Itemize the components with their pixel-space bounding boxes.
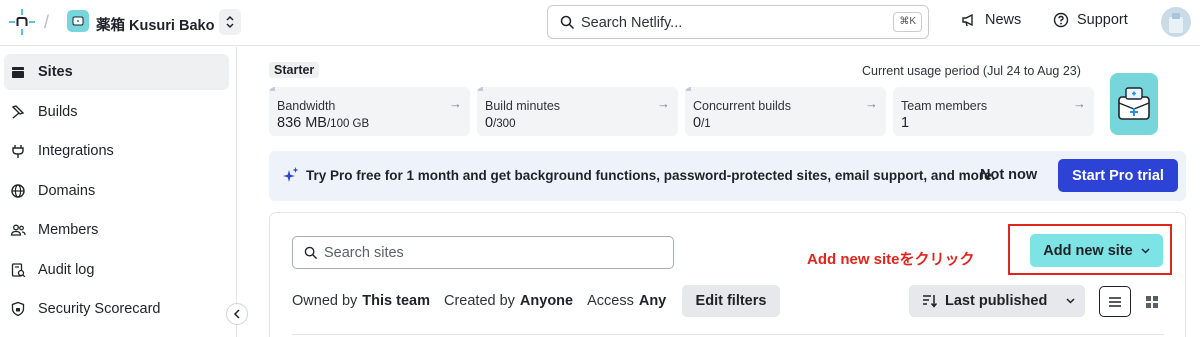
usage-card-value: 1	[901, 115, 910, 131]
sort-dropdown[interactable]: Last published	[909, 285, 1085, 317]
chevron-left-icon	[233, 309, 240, 319]
sidebar-item-members[interactable]: Members	[4, 212, 229, 248]
netlify-logo-icon[interactable]	[8, 8, 36, 36]
sidebar-item-sites[interactable]: Sites	[4, 54, 229, 90]
chevron-down-icon	[1141, 247, 1150, 254]
sidebar-item-label: Builds	[38, 104, 78, 120]
usage-progress-bar	[477, 87, 484, 91]
grid-view-toggle[interactable]	[1136, 286, 1168, 317]
search-sites-placeholder: Search sites	[324, 245, 404, 261]
user-avatar[interactable]	[1161, 7, 1191, 37]
arrow-right-icon: →	[1073, 96, 1086, 111]
support-link[interactable]: Support	[1053, 12, 1128, 28]
sidebar-item-label: Sites	[38, 64, 73, 80]
not-now-button[interactable]: Not now	[980, 167, 1037, 183]
team-logo[interactable]	[1110, 73, 1158, 135]
search-icon	[560, 15, 575, 30]
filter-access[interactable]: Access Any	[587, 293, 666, 309]
annotation-text: Add new siteをクリック	[807, 251, 975, 268]
sidebar: Sites Builds Integrations Domains Member…	[0, 47, 237, 337]
list-view-toggle[interactable]	[1099, 286, 1131, 317]
global-search-input[interactable]: Search Netlify... ⌘K	[547, 5, 929, 39]
team-switcher-button[interactable]	[219, 9, 241, 35]
sidebar-item-label: Domains	[38, 183, 96, 199]
sidebar-item-label: Integrations	[38, 143, 114, 159]
sidebar-item-label: Audit log	[38, 262, 95, 278]
builds-icon	[11, 105, 25, 119]
sidebar-item-label: Members	[38, 222, 99, 238]
breadcrumb-separator: /	[44, 12, 50, 32]
medicine-box-icon	[1118, 87, 1150, 120]
megaphone-icon	[962, 13, 973, 27]
promo-text: Try Pro free for 1 month and get backgro…	[306, 168, 996, 183]
arrow-right-icon: →	[449, 96, 462, 111]
sort-icon	[923, 295, 938, 308]
news-label: News	[985, 12, 1022, 28]
integrations-icon	[12, 145, 24, 158]
usage-card-value: 836 MB/100 GB	[277, 115, 370, 131]
shield-icon	[11, 301, 25, 317]
add-new-site-button[interactable]: Add new site	[1030, 234, 1163, 267]
keyboard-shortcut-badge: ⌘K	[893, 12, 922, 32]
sidebar-item-label: Security Scorecard	[38, 301, 161, 317]
search-sites-input[interactable]: Search sites	[292, 236, 674, 269]
team-name[interactable]: 薬箱 Kusuri Bako	[96, 14, 214, 35]
sidebar-item-integrations[interactable]: Integrations	[4, 133, 229, 169]
usage-card-label: Concurrent builds	[693, 99, 791, 113]
filter-owned-by[interactable]: Owned by This team	[292, 293, 430, 309]
filter-row: Owned by This team Created by Anyone Acces…	[292, 293, 680, 309]
filter-created-by[interactable]: Created by Anyone	[444, 293, 573, 309]
usage-card-concurrent-builds[interactable]: Concurrent builds → 0/1	[685, 87, 886, 136]
medicine-box-icon	[72, 16, 84, 26]
add-new-site-label: Add new site	[1043, 242, 1133, 259]
usage-card-bandwidth[interactable]: Bandwidth → 836 MB/100 GB	[269, 87, 470, 136]
sidebar-item-security-scorecard[interactable]: Security Scorecard	[4, 291, 229, 327]
usage-progress-bar	[269, 87, 276, 91]
search-icon	[304, 246, 318, 260]
help-circle-icon	[1053, 12, 1069, 28]
globe-icon	[11, 184, 25, 198]
usage-card-build-minutes[interactable]: Build minutes → 0/300	[477, 87, 678, 136]
user-avatar-image	[1169, 13, 1183, 33]
usage-card-label: Bandwidth	[277, 99, 336, 113]
chevron-down-icon	[1066, 298, 1075, 304]
arrow-right-icon: →	[657, 96, 670, 111]
grid-icon	[1146, 295, 1158, 308]
plan-badge[interactable]: Starter	[269, 62, 320, 78]
team-avatar[interactable]	[67, 10, 89, 32]
sidebar-item-audit-log[interactable]: Audit log	[4, 252, 229, 288]
usage-progress-bar	[685, 87, 692, 91]
top-bar: / 薬箱 Kusuri Bako Search Netlify... ⌘K Ne…	[0, 0, 1200, 46]
sidebar-item-builds[interactable]: Builds	[4, 94, 229, 130]
news-link[interactable]: News	[961, 12, 1021, 28]
arrow-right-icon: →	[865, 96, 878, 111]
sidebar-item-domains[interactable]: Domains	[4, 173, 229, 209]
divider	[292, 334, 1164, 335]
support-label: Support	[1077, 12, 1128, 28]
collapse-sidebar-button[interactable]	[226, 303, 248, 325]
usage-card-value: 0/1	[693, 115, 711, 131]
sites-icon	[12, 67, 24, 78]
usage-card-label: Team members	[901, 99, 988, 113]
usage-period: Current usage period (Jul 24 to Aug 23)	[862, 64, 1081, 78]
sparkle-icon	[283, 167, 299, 182]
global-search-placeholder: Search Netlify...	[581, 15, 683, 31]
sites-panel: Search sites Add new siteをクリック Add new s…	[269, 212, 1186, 337]
edit-filters-button[interactable]: Edit filters	[682, 285, 780, 317]
pro-trial-banner: Try Pro free for 1 month and get backgro…	[269, 151, 1186, 201]
members-icon	[10, 224, 26, 236]
usage-card-value: 0/300	[485, 115, 516, 131]
audit-log-icon	[11, 263, 26, 278]
sort-label: Last published	[945, 293, 1048, 309]
start-pro-trial-button[interactable]: Start Pro trial	[1058, 159, 1178, 192]
usage-card-team-members[interactable]: Team members → 1	[893, 87, 1094, 136]
list-icon	[1109, 296, 1121, 307]
chevron-up-down-icon	[226, 15, 234, 29]
usage-card-label: Build minutes	[485, 99, 561, 113]
